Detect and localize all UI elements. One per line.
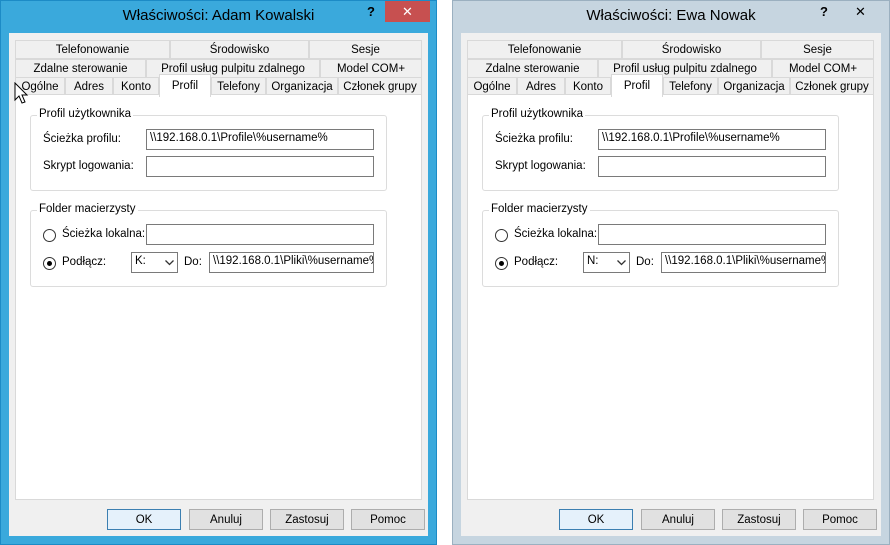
tab-srodowisko[interactable]: Środowisko bbox=[170, 40, 309, 59]
home-folder-group-title: Folder macierzysty bbox=[489, 203, 590, 215]
tab-sesje[interactable]: Sesje bbox=[761, 40, 874, 59]
title-bar[interactable]: Właściwości: Ewa Nowak ? ✕ bbox=[453, 1, 889, 33]
tab-zdalne-sterowanie[interactable]: Zdalne sterowanie bbox=[467, 59, 598, 78]
dialog-client: Telefonowanie Środowisko Sesje Zdalne st… bbox=[461, 33, 881, 536]
properties-dialog-ewa-nowak: Właściwości: Ewa Nowak ? ✕ Telefonowanie… bbox=[452, 0, 890, 545]
profile-group: Profil użytkownika Ścieżka profilu: \\19… bbox=[30, 108, 387, 191]
connect-to-input[interactable]: \\192.168.0.1\Pliki\%username% bbox=[209, 252, 374, 273]
to-label: Do: bbox=[636, 256, 654, 268]
tab-srodowisko[interactable]: Środowisko bbox=[622, 40, 761, 59]
title-bar[interactable]: Właściwości: Adam Kowalski ? ✕ bbox=[1, 1, 436, 33]
to-label: Do: bbox=[184, 256, 202, 268]
local-path-label: Ścieżka lokalna: bbox=[62, 228, 146, 240]
local-path-label: Ścieżka lokalna: bbox=[514, 228, 598, 240]
tab-panel-profil: Profil użytkownika Ścieżka profilu: \\19… bbox=[467, 94, 874, 500]
connect-radio[interactable] bbox=[43, 257, 56, 270]
home-folder-group-title: Folder macierzysty bbox=[37, 203, 138, 215]
close-icon: ✕ bbox=[855, 3, 866, 19]
local-path-input[interactable] bbox=[146, 224, 374, 245]
help-button-bottom[interactable]: Pomoc bbox=[351, 509, 425, 530]
profile-path-input[interactable]: \\192.168.0.1\Profile\%username% bbox=[146, 129, 374, 150]
mouse-pointer-icon bbox=[14, 81, 30, 106]
logon-script-label: Skrypt logowania: bbox=[495, 160, 586, 172]
local-path-radio[interactable] bbox=[495, 229, 508, 242]
profile-path-label: Ścieżka profilu: bbox=[43, 133, 121, 145]
help-button[interactable]: ? bbox=[811, 1, 837, 22]
cancel-button[interactable]: Anuluj bbox=[189, 509, 263, 530]
tab-sesje[interactable]: Sesje bbox=[309, 40, 422, 59]
profile-path-input[interactable]: \\192.168.0.1\Profile\%username% bbox=[598, 129, 826, 150]
chevron-down-icon bbox=[161, 253, 177, 272]
ok-button[interactable]: OK bbox=[559, 509, 633, 530]
tab-telefonowanie[interactable]: Telefonowanie bbox=[15, 40, 170, 59]
tab-zdalne-sterowanie[interactable]: Zdalne sterowanie bbox=[15, 59, 146, 78]
profile-group-title: Profil użytkownika bbox=[489, 108, 586, 120]
apply-button[interactable]: Zastosuj bbox=[722, 509, 796, 530]
ok-button[interactable]: OK bbox=[107, 509, 181, 530]
connect-label: Podłącz: bbox=[62, 256, 107, 268]
home-folder-group: Folder macierzysty Ścieżka lokalna: Podł… bbox=[482, 203, 839, 287]
tab-model-com[interactable]: Model COM+ bbox=[772, 59, 874, 78]
close-button[interactable]: ✕ bbox=[385, 1, 430, 22]
tab-profil[interactable]: Profil bbox=[159, 74, 211, 97]
close-button[interactable]: ✕ bbox=[838, 1, 883, 22]
home-folder-group: Folder macierzysty Ścieżka lokalna: Podł… bbox=[30, 203, 387, 287]
profile-group-title: Profil użytkownika bbox=[37, 108, 134, 120]
dialog-client: Telefonowanie Środowisko Sesje Zdalne st… bbox=[9, 33, 428, 536]
local-path-radio[interactable] bbox=[43, 229, 56, 242]
tab-profil[interactable]: Profil bbox=[611, 74, 663, 97]
help-button-bottom[interactable]: Pomoc bbox=[803, 509, 877, 530]
drive-letter-select[interactable]: K: bbox=[131, 252, 178, 273]
chevron-down-icon bbox=[613, 253, 629, 272]
connect-radio[interactable] bbox=[495, 257, 508, 270]
tab-model-com[interactable]: Model COM+ bbox=[320, 59, 422, 78]
connect-label: Podłącz: bbox=[514, 256, 559, 268]
drive-letter-value: K: bbox=[135, 255, 146, 267]
apply-button[interactable]: Zastosuj bbox=[270, 509, 344, 530]
tab-telefonowanie[interactable]: Telefonowanie bbox=[467, 40, 622, 59]
drive-letter-value: N: bbox=[587, 255, 599, 267]
properties-dialog-adam-kowalski: Właściwości: Adam Kowalski ? ✕ Telefonow… bbox=[0, 0, 437, 545]
cancel-button[interactable]: Anuluj bbox=[641, 509, 715, 530]
local-path-input[interactable] bbox=[598, 224, 826, 245]
tab-panel-profil: Profil użytkownika Ścieżka profilu: \\19… bbox=[15, 94, 422, 500]
drive-letter-select[interactable]: N: bbox=[583, 252, 630, 273]
connect-to-input[interactable]: \\192.168.0.1\Pliki\%username% bbox=[661, 252, 826, 273]
profile-path-label: Ścieżka profilu: bbox=[495, 133, 573, 145]
profile-group: Profil użytkownika Ścieżka profilu: \\19… bbox=[482, 108, 839, 191]
logon-script-label: Skrypt logowania: bbox=[43, 160, 134, 172]
help-button[interactable]: ? bbox=[358, 1, 384, 22]
logon-script-input[interactable] bbox=[146, 156, 374, 177]
close-icon: ✕ bbox=[402, 3, 413, 19]
logon-script-input[interactable] bbox=[598, 156, 826, 177]
